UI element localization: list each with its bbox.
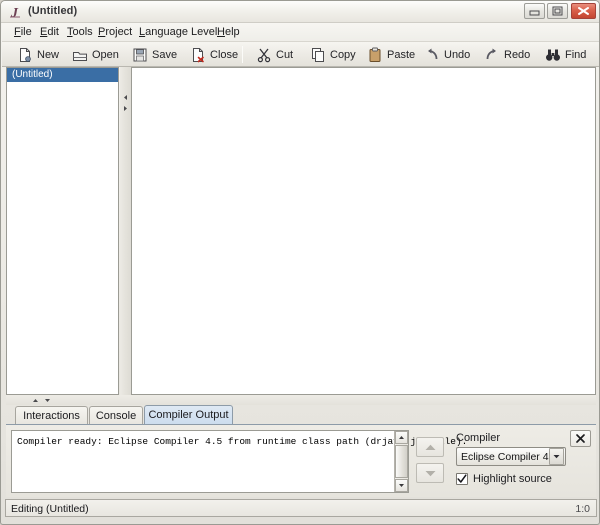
compiler-settings-block: Compiler Eclipse Compiler 4.5 xyxy=(453,430,591,493)
open-folder-icon xyxy=(72,47,88,63)
new-file-icon xyxy=(17,47,33,63)
editor-text-area[interactable] xyxy=(132,68,595,394)
bottom-tab-panel: Interactions Console Compiler Output Com… xyxy=(6,405,596,497)
document-tree-panel[interactable]: (Untitled) xyxy=(6,67,119,395)
toolbar-undo-button[interactable]: Undo xyxy=(424,44,470,65)
vertical-split-divider[interactable] xyxy=(120,67,131,395)
toolbar-redo-label: Redo xyxy=(504,49,530,61)
compiler-select-value: Eclipse Compiler 4.5 xyxy=(457,451,549,463)
horizontal-divider-controls xyxy=(31,395,57,405)
toolbar-save-button[interactable]: Save xyxy=(132,44,177,65)
menu-help[interactable]: Help xyxy=(214,26,243,38)
output-vertical-scrollbar[interactable] xyxy=(394,431,408,492)
toolbar-open-label: Open xyxy=(92,49,119,61)
status-message: Editing (Untitled) xyxy=(11,503,89,515)
toolbar-open-button[interactable]: Open xyxy=(72,44,119,65)
drjava-j-icon: J xyxy=(8,4,24,20)
compiler-output-text: Compiler ready: Eclipse Compiler 4.5 fro… xyxy=(17,436,387,448)
tab-content-compiler-output: Compiler ready: Eclipse Compiler 4.5 fro… xyxy=(6,424,596,497)
tab-bar: Interactions Console Compiler Output xyxy=(6,405,596,424)
copy-icon xyxy=(310,47,326,63)
collapse-left-icon[interactable] xyxy=(121,92,130,103)
toolbar-undo-label: Undo xyxy=(444,49,470,61)
menu-project[interactable]: Project xyxy=(95,26,135,38)
toolbar-separator-1 xyxy=(242,46,243,63)
toolbar-redo-button[interactable]: Redo xyxy=(484,44,530,65)
horizontal-split-divider[interactable] xyxy=(6,395,596,405)
compiler-select-dropdown[interactable]: Eclipse Compiler 4.5 xyxy=(456,447,566,466)
tab-compiler-output-label: Compiler Output xyxy=(148,409,228,421)
menu-edit[interactable]: Edit xyxy=(37,26,62,38)
previous-error-button[interactable] xyxy=(416,437,444,457)
collapse-right-icon[interactable] xyxy=(121,103,130,114)
document-list[interactable]: (Untitled) xyxy=(7,68,118,394)
toolbar-close-button[interactable]: Close xyxy=(190,44,238,65)
output-navigation-buttons xyxy=(416,437,444,487)
toolbar-find-button[interactable]: Find xyxy=(545,44,586,65)
code-editor-panel[interactable] xyxy=(131,67,596,395)
document-name: (Untitled) xyxy=(12,69,53,80)
tab-interactions[interactable]: Interactions xyxy=(15,406,88,424)
redo-arrow-icon xyxy=(484,47,500,63)
maximize-button[interactable] xyxy=(547,3,568,19)
close-panel-button[interactable] xyxy=(570,430,591,447)
menu-bar: File Edit Tools Project Language Level H… xyxy=(2,23,600,42)
undo-arrow-icon xyxy=(424,47,440,63)
highlight-source-checkbox[interactable] xyxy=(456,473,468,485)
toolbar-find-label: Find xyxy=(565,49,586,61)
menu-language-level[interactable]: Language Level xyxy=(136,26,220,38)
tab-console-label: Console xyxy=(96,410,136,422)
svg-text:J: J xyxy=(10,6,19,20)
menu-tools[interactable]: Tools xyxy=(64,26,96,38)
menu-file[interactable]: File xyxy=(11,26,35,38)
toolbar-cut-label: Cut xyxy=(276,49,293,61)
scrollbar-thumb[interactable] xyxy=(395,445,408,478)
highlight-source-label: Highlight source xyxy=(473,473,552,485)
scrollbar-up-icon[interactable] xyxy=(395,431,408,444)
next-error-button[interactable] xyxy=(416,463,444,483)
toolbar-copy-button[interactable]: Copy xyxy=(310,44,356,65)
toolbar-close-label: Close xyxy=(210,49,238,61)
tab-compiler-output[interactable]: Compiler Output xyxy=(144,405,233,424)
minimize-button[interactable] xyxy=(524,3,545,19)
list-item[interactable]: (Untitled) xyxy=(7,68,118,82)
main-content: (Untitled) xyxy=(6,67,596,395)
toolbar-new-label: New xyxy=(37,49,59,61)
highlight-source-checkbox-row[interactable]: Highlight source xyxy=(456,473,552,485)
compiler-label: Compiler xyxy=(456,432,500,444)
compiler-output-box[interactable]: Compiler ready: Eclipse Compiler 4.5 fro… xyxy=(11,430,409,493)
cursor-position: 1:0 xyxy=(575,503,590,515)
toolbar-paste-button[interactable]: Paste xyxy=(367,44,415,65)
clipboard-icon xyxy=(367,47,383,63)
close-file-icon xyxy=(190,47,206,63)
tab-console[interactable]: Console xyxy=(89,406,143,424)
toolbar-paste-label: Paste xyxy=(387,49,415,61)
chevron-down-icon[interactable] xyxy=(549,448,564,465)
application-window: J (Untitled) File Edit Tools Project xyxy=(0,0,600,525)
scrollbar-down-icon[interactable] xyxy=(395,479,408,492)
collapse-up-icon[interactable] xyxy=(31,396,40,405)
tab-interactions-label: Interactions xyxy=(23,410,80,422)
save-disk-icon xyxy=(132,47,148,63)
window-title: (Untitled) xyxy=(28,5,77,17)
status-bar: Editing (Untitled) 1:0 xyxy=(5,499,597,517)
collapse-down-icon[interactable] xyxy=(43,396,52,405)
toolbar-copy-label: Copy xyxy=(330,49,356,61)
title-bar: J (Untitled) xyxy=(1,1,600,23)
scissors-icon xyxy=(256,47,272,63)
toolbar-cut-button[interactable]: Cut xyxy=(256,44,293,65)
toolbar: New Open Save xyxy=(2,42,600,67)
binoculars-icon xyxy=(545,47,561,63)
toolbar-save-label: Save xyxy=(152,49,177,61)
divider-collapse-controls xyxy=(121,92,130,116)
toolbar-new-button[interactable]: New xyxy=(17,44,59,65)
close-button[interactable] xyxy=(571,3,596,19)
